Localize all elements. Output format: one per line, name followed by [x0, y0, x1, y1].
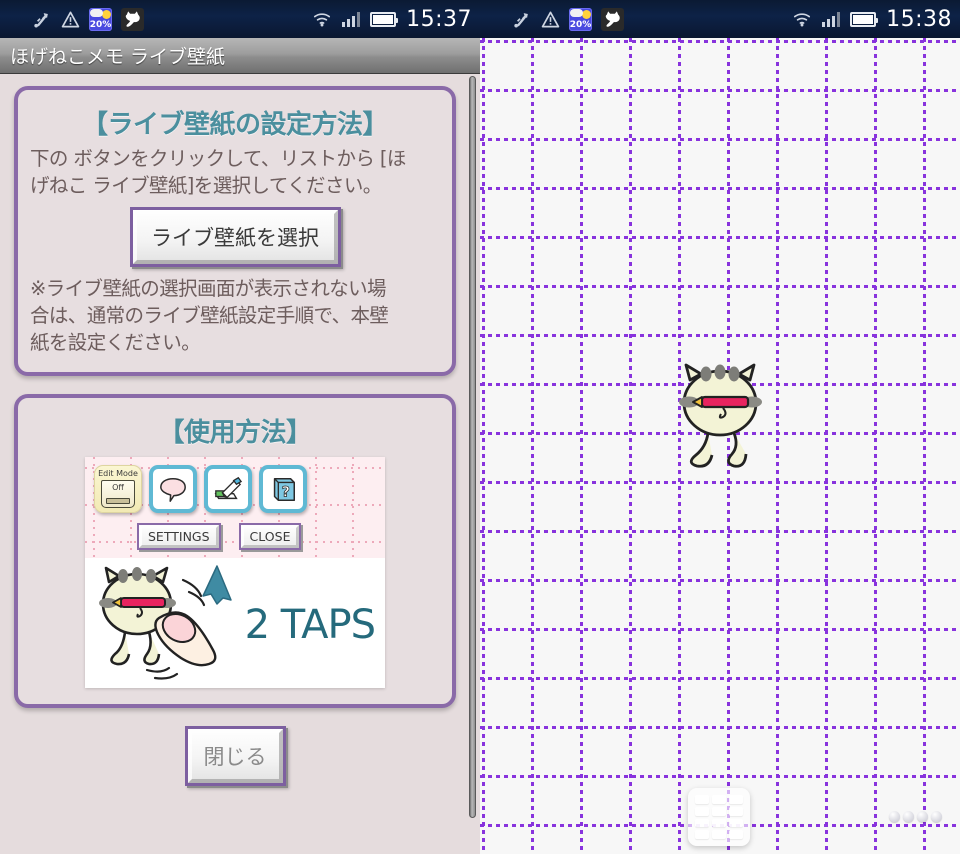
status-right-icons-right: 15:38 [792, 7, 952, 32]
weather-percent: 20% [89, 19, 112, 30]
grid-line-horizontal [480, 334, 960, 337]
weather-widget-icon: 20% [569, 7, 592, 31]
setup-card-heading: 【ライブ壁紙の設定方法】 [81, 110, 389, 140]
setup-card-line1: 下の ボタンをクリックして、リストから [ほ [30, 147, 406, 170]
usage-instructions-card: 【使用方法】 Edit Mode Off ? SETTINGS CLOSE 2 … [14, 393, 456, 708]
grid-line-vertical [580, 38, 583, 854]
close-button-illustration: CLOSE [238, 522, 302, 550]
grid-line-vertical [482, 38, 485, 854]
setup-card-line2: げねこ ライブ壁紙]を選択してください。 [30, 173, 382, 197]
signal-icon [342, 11, 361, 27]
two-taps-label: 2 TAPS [244, 601, 376, 648]
svg-text:?: ? [282, 484, 290, 500]
right-status-bar: 20% 15:38 [480, 0, 960, 38]
app-title: ほげねこメモ ライブ壁紙 [10, 46, 226, 68]
battery-icon [850, 11, 879, 27]
usb-debug-icon [514, 13, 528, 28]
grid-line-horizontal [480, 628, 960, 631]
status-clock: 15:37 [406, 6, 472, 32]
setup-note-line2: 合は、通常のライブ壁紙設定手順で、本壁 [30, 303, 389, 327]
grid-line-horizontal [480, 481, 960, 484]
status-left-icons-right: 20% [512, 7, 624, 31]
grid-line-vertical [776, 38, 779, 854]
weather-percent: 20% [569, 19, 592, 30]
status-clock: 15:38 [886, 6, 952, 32]
edit-mode-tile: Edit Mode Off [94, 464, 142, 513]
cat-app-icon [121, 7, 144, 31]
grid-line-horizontal [480, 187, 960, 190]
left-status-bar: 20% 15:37 [0, 0, 480, 38]
settings-button-illustration: SETTINGS [137, 522, 221, 550]
grid-line-horizontal [480, 40, 960, 43]
grid-line-horizontal [480, 579, 960, 582]
wifi-icon [794, 13, 811, 27]
grid-line-vertical [874, 38, 877, 854]
usage-screenshot-illustration: Edit Mode Off ? SETTINGS CLOSE 2 TAPS [85, 456, 385, 688]
edit-mode-value: Off [112, 482, 124, 492]
status-left-icons: 20% [32, 7, 144, 31]
warning-icon [61, 11, 80, 27]
grid-line-horizontal [480, 285, 960, 288]
grid-line-horizontal [480, 775, 960, 778]
grid-line-horizontal [480, 236, 960, 239]
status-right-icons: 15:37 [312, 7, 472, 32]
setup-instructions-card: 【ライブ壁紙の設定方法】 下の ボタンをクリックして、リストから [ほ げねこ … [14, 86, 456, 376]
grid-line-horizontal [480, 530, 960, 533]
cat-app-icon [601, 7, 624, 31]
edit-mode-label: Edit Mode [98, 468, 138, 478]
setup-note-line3: 紙を設定ください。 [30, 330, 201, 354]
app-drawer-icon[interactable] [688, 788, 750, 846]
wifi-icon [314, 13, 331, 27]
setup-note-line1: ※ライブ壁紙の選択画面が表示されない場 [30, 276, 387, 300]
live-wallpaper-canvas[interactable] [480, 38, 960, 854]
app-title-bar: ほげねこメモ ライブ壁紙 [0, 38, 480, 74]
tap-demo-illustration: 2 TAPS [85, 557, 385, 688]
edit-note-icon [204, 464, 252, 513]
grid-line-vertical [531, 38, 534, 854]
speech-bubble-icon [149, 464, 197, 513]
usage-card-heading: 【使用方法】 [158, 417, 312, 448]
grid-line-horizontal [480, 726, 960, 729]
usb-debug-icon [34, 13, 48, 28]
page-indicator [889, 811, 942, 822]
scrollable-content[interactable]: 【ライブ壁紙の設定方法】 下の ボタンをクリックして、リストから [ほ げねこ … [0, 74, 480, 854]
grid-line-horizontal [480, 89, 960, 92]
close-dialog-button[interactable]: 閉じる [184, 725, 286, 786]
grid-line-vertical [825, 38, 828, 854]
left-pane-app-screen: 20% 15:37 ほげねこメモ ライブ壁紙 【ライブ壁紙の設定方法】 下の ボ… [0, 0, 480, 854]
grid-line-horizontal [480, 138, 960, 141]
signal-icon [822, 11, 841, 27]
right-pane-home-screen: 20% 15:38 [480, 0, 960, 854]
warning-icon [541, 11, 560, 27]
grid-line-vertical [923, 38, 926, 854]
wallpaper-cat-character [679, 363, 762, 468]
vertical-scrollbar[interactable] [469, 76, 476, 818]
weather-widget-icon: 20% [89, 7, 112, 31]
battery-icon [370, 11, 399, 27]
help-book-icon: ? [259, 464, 307, 513]
select-live-wallpaper-button[interactable]: ライブ壁紙を選択 [129, 206, 341, 267]
grid-line-vertical [629, 38, 632, 854]
dual-screenshot: 20% 15:37 ほげねこメモ ライブ壁紙 【ライブ壁紙の設定方法】 下の ボ… [0, 0, 960, 854]
grid-line-horizontal [480, 677, 960, 680]
